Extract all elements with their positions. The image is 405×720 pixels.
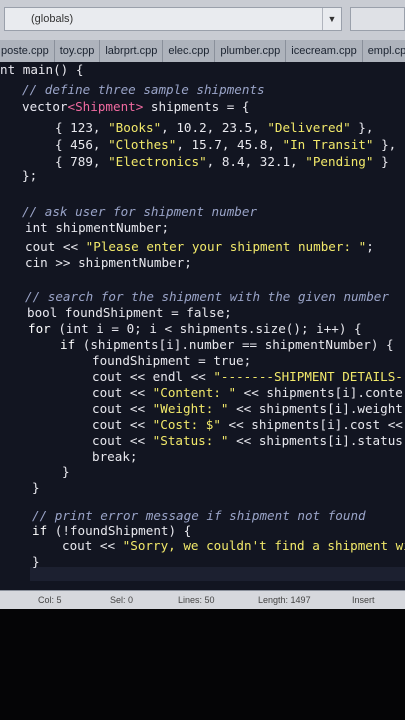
code-line: };: [22, 168, 38, 183]
tab-icecream[interactable]: icecream.cpp: [286, 40, 363, 62]
status-lines: Lines: 50: [178, 595, 215, 605]
code-comment: // print error message if shipment not f…: [32, 508, 366, 523]
tab-labrprt[interactable]: labrprt.cpp: [100, 40, 164, 62]
scope-combobox[interactable]: (globals) ▼: [4, 7, 342, 31]
code-line: cout << "Please enter your shipment numb…: [25, 239, 374, 254]
status-insert-mode: Insert: [352, 595, 375, 605]
status-col: Col: 5: [38, 595, 62, 605]
current-line-highlight: [30, 567, 405, 581]
status-sel: Sel: 0: [110, 595, 134, 605]
code-comment: // search for the shipment with the give…: [25, 289, 389, 304]
scope-combobox-value: (globals): [31, 13, 74, 25]
code-line: cout << "Weight: " << shipments[i].weigh…: [92, 401, 403, 416]
file-tabs: poste.cpp toy.cpp labrprt.cpp elec.cpp plumb…: [0, 40, 405, 63]
code-line: cout << endl << "-------SHIPMENT DETAILS…: [92, 369, 405, 384]
code-line: }: [62, 464, 70, 479]
tab-elec[interactable]: elec.cpp: [163, 40, 216, 62]
code-line: cout << "Sorry, we couldn't find a shipm…: [62, 538, 405, 553]
tab-empl[interactable]: empl.cpp: [363, 40, 405, 62]
code-line: cout << "Status: " << shipments[i].statu…: [92, 433, 403, 448]
code-line: int shipmentNumber;: [25, 220, 170, 235]
code-line: cout << "Content: " << shipments[i].cont…: [92, 385, 405, 400]
chevron-down-icon[interactable]: ▼: [322, 8, 341, 30]
code-line: }: [32, 480, 40, 495]
code-line: for (int i = 0; i < shipments.size(); i+…: [28, 321, 362, 336]
code-editor[interactable]: nt main() { // define three sample shipm…: [0, 62, 405, 590]
code-comment: // ask user for shipment number: [22, 204, 258, 219]
monitor-bezel: [0, 609, 405, 720]
code-line: if (!foundShipment) {: [32, 523, 192, 538]
code-line: cin >> shipmentNumber;: [25, 255, 192, 270]
tab-toy[interactable]: toy.cpp: [55, 40, 101, 62]
code-line: cout << "Cost: $" << shipments[i].cost <…: [92, 417, 403, 432]
code-comment: // define three sample shipments: [22, 82, 265, 97]
code-line: if (shipments[i].number == shipmentNumbe…: [60, 337, 394, 352]
tab-plumber[interactable]: plumber.cpp: [215, 40, 287, 62]
code-line: foundShipment = true;: [92, 353, 252, 368]
secondary-combobox[interactable]: [350, 7, 405, 31]
code-line: vector<Shipment> shipments = {: [22, 99, 250, 114]
tab-poste[interactable]: poste.cpp: [0, 40, 55, 62]
code-line: { 789, "Electronics", 8.4, 32.1, "Pendin…: [55, 154, 389, 169]
code-line: { 456, "Clothes", 15.7, 45.8, "In Transi…: [55, 137, 397, 152]
code-line: bool foundShipment = false;: [27, 305, 232, 320]
code-line: }: [32, 554, 40, 569]
toolbar: (globals) ▼: [0, 0, 405, 40]
status-length: Length: 1497: [258, 595, 311, 605]
code-line: { 123, "Books", 10.2, 23.5, "Delivered" …: [55, 120, 374, 135]
code-line: break;: [92, 449, 138, 464]
status-bar: Col: 5 Sel: 0 Lines: 50 Length: 1497 Ins…: [0, 590, 405, 609]
code-line: nt main() {: [0, 62, 84, 77]
